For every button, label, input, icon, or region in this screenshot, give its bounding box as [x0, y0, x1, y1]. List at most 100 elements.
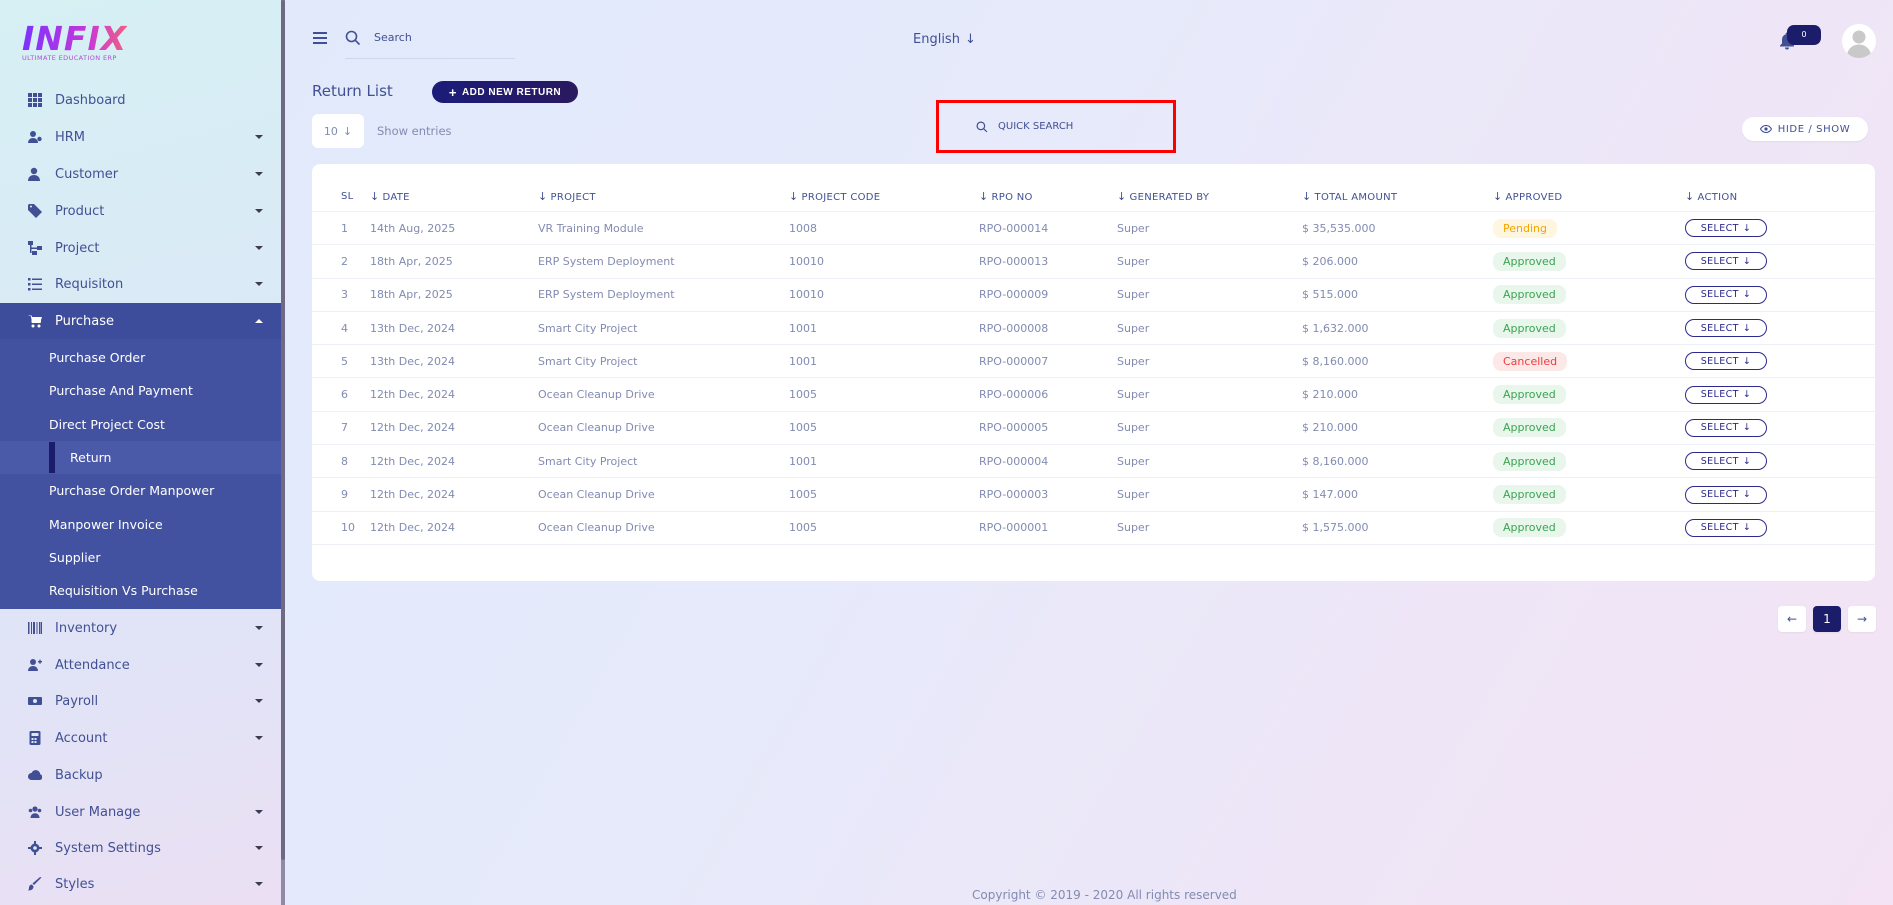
cell-action: SELECT ↓	[1685, 211, 1875, 246]
cell-sl: 9	[341, 477, 370, 512]
user-avatar[interactable]	[1842, 24, 1876, 58]
cell-generated-by: Super	[1117, 344, 1302, 379]
sidebar-item-account[interactable]: Account	[0, 720, 281, 756]
footer-copyright: Copyright © 2019 - 2020 All rights reser…	[972, 888, 1237, 902]
sidebar-item-system-settings[interactable]: System Settings	[0, 830, 281, 866]
pagination-prev-button[interactable]: ←	[1778, 606, 1806, 632]
arrow-down-icon: ↓	[1742, 389, 1752, 401]
status-badge: Pending	[1493, 218, 1557, 238]
column-header-rpo-no[interactable]: ↓ RPO NO	[979, 181, 1117, 212]
submenu-item-label: Manpower Invoice	[49, 517, 163, 532]
search-input[interactable]	[372, 30, 506, 45]
cell-rpo-no: RPO-000014	[979, 211, 1117, 246]
sidebar-item-purchase[interactable]: Purchase	[0, 303, 281, 339]
row-action-select-button[interactable]: SELECT ↓	[1685, 252, 1767, 271]
row-action-select-button[interactable]: SELECT ↓	[1685, 418, 1767, 437]
cell-total-amount: $ 1,575.000	[1302, 511, 1493, 545]
arrow-right-icon: →	[1856, 612, 1868, 626]
row-action-select-button[interactable]: SELECT ↓	[1685, 319, 1767, 338]
sidebar-item-inventory[interactable]: Inventory	[0, 610, 281, 646]
column-header-project[interactable]: ↓ PROJECT	[538, 181, 789, 212]
scrollbar-thumb[interactable]	[281, 0, 285, 860]
column-header-date[interactable]: ↓ DATE	[370, 181, 538, 212]
select-label: SELECT	[1700, 255, 1739, 267]
cell-project-code: 10010	[789, 244, 979, 279]
sidebar-item-requisition[interactable]: Requisiton	[0, 266, 281, 302]
arrow-down-icon: ↓	[1742, 422, 1752, 434]
cell-project-code: 1008	[789, 211, 979, 246]
sidebar-item-label: Product	[55, 203, 105, 219]
sidebar-item-project[interactable]: Project	[0, 230, 281, 266]
submenu-item-return[interactable]: Return	[0, 441, 281, 474]
row-action-select-button[interactable]: SELECT ↓	[1685, 352, 1767, 371]
row-action-select-button[interactable]: SELECT ↓	[1685, 285, 1767, 304]
notification-button[interactable]: 0	[1779, 25, 1821, 50]
sidebar-item-product[interactable]: Product	[0, 193, 281, 229]
calculator-icon	[29, 731, 41, 745]
sort-arrow-icon: ↓	[538, 189, 548, 203]
cell-total-amount: $ 8,160.000	[1302, 344, 1493, 379]
submenu-item-requisition-vs-purchase[interactable]: Requisition Vs Purchase	[0, 574, 281, 607]
cell-project: Ocean Cleanup Drive	[538, 377, 789, 412]
sidebar: INFIX ULTIMATE EDUCATION ERP Dashboard H…	[0, 0, 281, 905]
sidebar-item-backup[interactable]: Backup	[0, 757, 281, 793]
column-header-project-code[interactable]: ↓ PROJECT CODE	[789, 181, 979, 212]
pagination-page-1[interactable]: 1	[1813, 606, 1841, 632]
cell-action: SELECT ↓	[1685, 477, 1875, 512]
submenu-item-label: Purchase And Payment	[49, 383, 193, 398]
column-header-sl[interactable]: SL	[341, 181, 370, 212]
column-header-approved[interactable]: ↓ APPROVED	[1493, 181, 1685, 212]
sidebar-item-customer[interactable]: Customer	[0, 156, 281, 192]
submenu-item-manpower-invoice[interactable]: Manpower Invoice	[0, 508, 281, 541]
submenu-item-supplier[interactable]: Supplier	[0, 541, 281, 574]
cell-approved: Approved	[1493, 278, 1685, 312]
row-action-select-button[interactable]: SELECT ↓	[1685, 452, 1767, 471]
sidebar-item-label: Styles	[55, 876, 95, 892]
column-header-total-amount[interactable]: ↓ TOTAL AMOUNT	[1302, 181, 1493, 212]
cell-action: SELECT ↓	[1685, 511, 1875, 545]
submenu-item-purchase-order-manpower[interactable]: Purchase Order Manpower	[0, 474, 281, 507]
row-action-select-button[interactable]: SELECT ↓	[1685, 485, 1767, 504]
sidebar-item-attendance[interactable]: Attendance	[0, 647, 281, 683]
row-action-select-button[interactable]: SELECT ↓	[1685, 219, 1767, 238]
language-selector[interactable]: English ↓	[913, 32, 976, 47]
pagination-next-button[interactable]: →	[1848, 606, 1876, 632]
submenu-item-purchase-and-payment[interactable]: Purchase And Payment	[0, 374, 281, 407]
sidebar-item-dashboard[interactable]: Dashboard	[0, 82, 281, 118]
chevron-down-icon	[255, 663, 263, 667]
cell-approved: Approved	[1493, 244, 1685, 279]
hide-show-columns-button[interactable]: HIDE / SHOW	[1742, 117, 1868, 141]
submenu-item-purchase-order[interactable]: Purchase Order	[0, 341, 281, 374]
cell-generated-by: Super	[1117, 444, 1302, 479]
column-header-action[interactable]: ↓ ACTION	[1685, 181, 1875, 212]
notification-count-badge: 0	[1787, 25, 1821, 45]
row-action-select-button[interactable]: SELECT ↓	[1685, 385, 1767, 404]
cell-rpo-no: RPO-000013	[979, 244, 1117, 279]
sidebar-item-styles[interactable]: Styles	[0, 866, 281, 902]
cell-generated-by: Super	[1117, 511, 1302, 545]
table-header-row: SL ↓ DATE ↓ PROJECT ↓ PROJECT CODE ↓ RPO NO …	[312, 181, 1875, 212]
sidebar-item-hrm[interactable]: HRM	[0, 119, 281, 155]
chevron-down-icon	[255, 810, 263, 814]
app-logo[interactable]: INFIX ULTIMATE EDUCATION ERP	[22, 22, 142, 64]
cell-project-code: 1005	[789, 477, 979, 512]
sidebar-item-user-manage[interactable]: User Manage	[0, 794, 281, 830]
entries-per-page-select[interactable]: 10 ↓	[312, 114, 364, 148]
row-action-select-button[interactable]: SELECT ↓	[1685, 518, 1767, 537]
status-badge: Cancelled	[1493, 351, 1568, 371]
submenu-item-direct-project-cost[interactable]: Direct Project Cost	[0, 408, 281, 441]
cell-generated-by: Super	[1117, 377, 1302, 412]
entries-label: Show entries	[377, 124, 452, 138]
column-header-generated-by[interactable]: ↓ GENERATED BY	[1117, 181, 1302, 212]
chevron-down-icon	[255, 626, 263, 630]
arrow-down-icon: ↓	[1742, 355, 1752, 367]
table-row: 3 18th Apr, 2025 ERP System Deployment 1001…	[312, 278, 1875, 312]
cell-rpo-no: RPO-000003	[979, 477, 1117, 512]
quick-search-input[interactable]	[996, 120, 1150, 133]
language-label: English	[913, 32, 960, 47]
sidebar-scrollbar[interactable]	[281, 0, 285, 905]
cell-project: Ocean Cleanup Drive	[538, 411, 789, 446]
menu-toggle-icon[interactable]	[313, 32, 327, 44]
add-new-return-button[interactable]: + ADD NEW RETURN	[432, 81, 578, 103]
sidebar-item-payroll[interactable]: Payroll	[0, 683, 281, 719]
